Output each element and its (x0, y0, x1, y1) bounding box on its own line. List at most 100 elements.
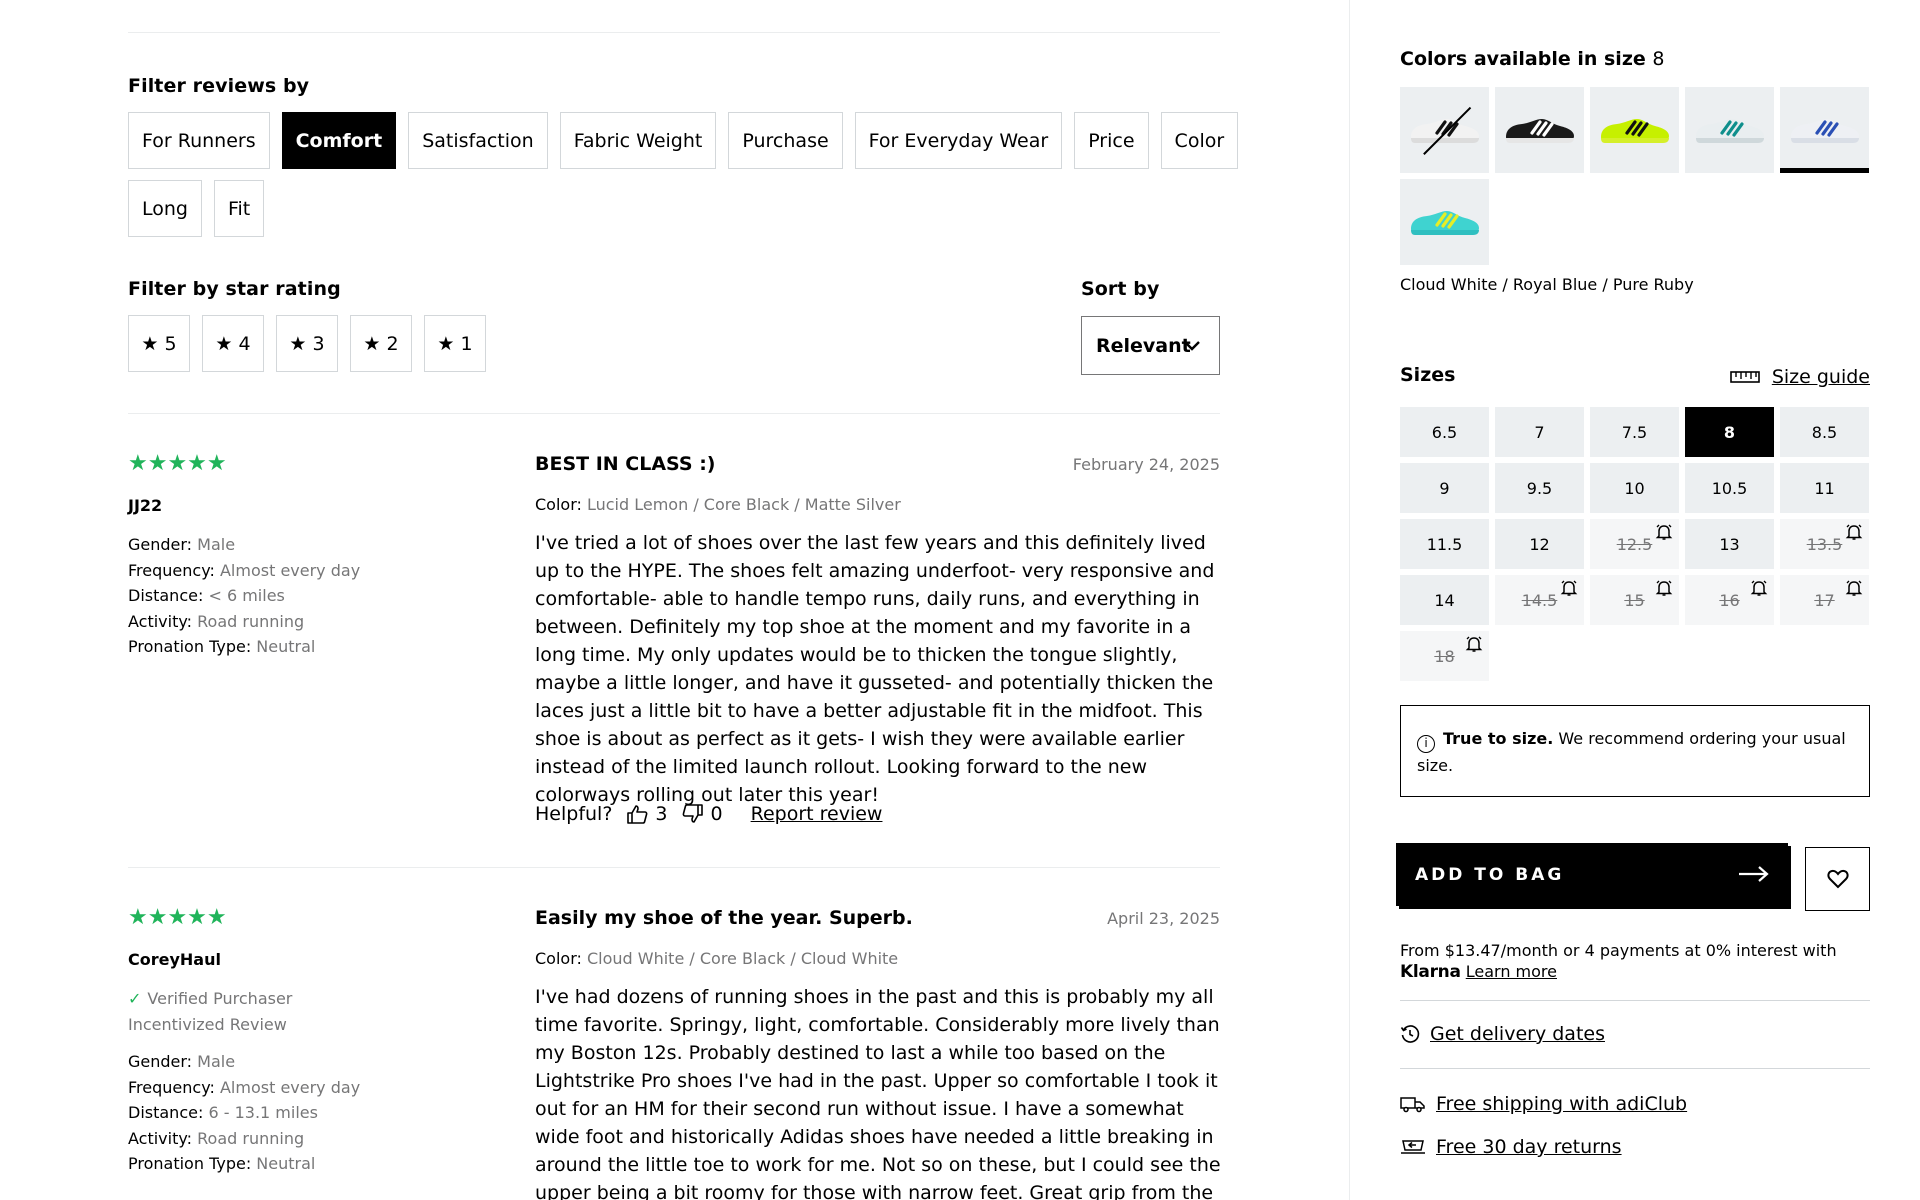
size-option[interactable]: 11.5 (1400, 519, 1489, 569)
size-label: 8 (1723, 422, 1736, 442)
chip-long[interactable]: Long (128, 180, 202, 237)
chip-for-everyday-wear[interactable]: For Everyday Wear (854, 112, 1063, 169)
chip-price[interactable]: Price (1074, 112, 1149, 169)
color-swatch[interactable] (1590, 87, 1679, 173)
size-guide-link[interactable]: Size guide (1730, 366, 1870, 388)
chip-color[interactable]: Color (1160, 112, 1239, 169)
size-option[interactable]: 17 (1780, 575, 1869, 625)
size-option[interactable]: 18 (1400, 631, 1489, 681)
sort-value: Relevant (1096, 334, 1191, 357)
color-swatches (1400, 87, 1872, 265)
helpful-yes-count: 3 (655, 803, 668, 825)
add-to-bag-button[interactable]: ADD TO BAG (1396, 843, 1788, 906)
delivery-dates-link[interactable]: Get delivery dates (1400, 1023, 1605, 1045)
star-filter-1[interactable]: ★ 1 (424, 315, 486, 372)
size-label: 9.5 (1526, 478, 1553, 498)
sort-select[interactable]: Relevant (1081, 316, 1220, 375)
notify-bell-icon[interactable] (1465, 635, 1483, 653)
size-option[interactable]: 13 (1685, 519, 1774, 569)
size-option[interactable]: 11 (1780, 463, 1869, 513)
helpful-row: Helpful? 3 0 Report review (535, 803, 882, 825)
color-swatch[interactable] (1400, 179, 1489, 265)
size-option[interactable]: 10 (1590, 463, 1679, 513)
sizes-title: Sizes (1400, 364, 1456, 386)
size-label: 7 (1534, 422, 1545, 442)
review-title: BEST IN CLASS :) (535, 453, 716, 475)
color-swatch[interactable] (1495, 87, 1584, 173)
topic-chip-row-2: Long Fit (128, 180, 265, 237)
size-option[interactable]: 14 (1400, 575, 1489, 625)
fit-bold: True to size. (1443, 729, 1554, 748)
size-option[interactable]: 14.5 (1495, 575, 1584, 625)
chip-for-runners[interactable]: For Runners (128, 112, 270, 169)
reviewer-attributes: ✓ Verified Purchaser Incentivized Review … (128, 986, 360, 1177)
chip-fit[interactable]: Fit (213, 180, 265, 237)
attr-gender: Gender: Male (128, 1052, 236, 1071)
size-label: 11.5 (1426, 534, 1463, 554)
chip-satisfaction[interactable]: Satisfaction (408, 112, 548, 169)
review-body: I've tried a lot of shoes over the last … (535, 532, 1215, 806)
clock-icon (1400, 1024, 1420, 1044)
filter-reviews-label: Filter reviews by (128, 75, 310, 97)
review-item: ★★★★★ JJ22 Gender: Male Frequency: Almos… (128, 453, 1220, 853)
attr-frequency: Frequency: Almost every day (128, 560, 361, 580)
size-option[interactable]: 13.5 (1780, 519, 1869, 569)
size-option[interactable]: 9 (1400, 463, 1489, 513)
star-filter-4[interactable]: ★ 4 (202, 315, 264, 372)
chip-fabric-weight[interactable]: Fabric Weight (559, 112, 717, 169)
notify-bell-icon[interactable] (1845, 579, 1863, 597)
klarna-learn-more-link[interactable]: Learn more (1466, 962, 1557, 981)
chip-comfort[interactable]: Comfort (281, 112, 397, 169)
column-divider (1349, 0, 1350, 1200)
size-option[interactable]: 16 (1685, 575, 1774, 625)
notify-bell-icon[interactable] (1655, 523, 1673, 541)
helpful-yes-button[interactable]: 3 (626, 803, 668, 825)
topic-chip-row-1: For Runners Comfort Satisfaction Fabric … (128, 112, 1239, 169)
size-option[interactable]: 8 (1685, 407, 1774, 457)
size-label: 9 (1439, 478, 1450, 498)
size-option[interactable]: 7.5 (1590, 407, 1679, 457)
star-chip-row: ★ 5 ★ 4 ★ 3 ★ 2 ★ 1 (128, 315, 486, 372)
klarna-text: From $13.47/month or 4 payments at 0% in… (1400, 941, 1837, 960)
color-swatch[interactable] (1400, 87, 1489, 173)
size-label: 13.5 (1806, 534, 1843, 554)
free-shipping-link[interactable]: Free shipping with adiClub (1400, 1093, 1687, 1115)
star-icon: ★ (289, 332, 307, 355)
size-option[interactable]: 9.5 (1495, 463, 1584, 513)
size-label: 12 (1529, 534, 1550, 554)
notify-bell-icon[interactable] (1655, 579, 1673, 597)
attr-distance: Distance: < 6 miles (128, 586, 285, 605)
color-swatch[interactable] (1685, 87, 1774, 173)
size-option[interactable]: 12.5 (1590, 519, 1679, 569)
size-option[interactable]: 10.5 (1685, 463, 1774, 513)
color-swatch[interactable] (1780, 87, 1869, 173)
shoe-icon (1505, 119, 1574, 143)
shoe-icon (1790, 119, 1859, 143)
sort-by-label: Sort by (1081, 278, 1160, 300)
star-filter-3[interactable]: ★ 3 (276, 315, 338, 372)
star-filter-2[interactable]: ★ 2 (350, 315, 412, 372)
report-review-link[interactable]: Report review (751, 803, 883, 825)
size-label: 17 (1814, 590, 1835, 610)
review-color: Color: Lucid Lemon / Core Black / Matte … (535, 495, 901, 514)
size-option[interactable]: 7 (1495, 407, 1584, 457)
divider (128, 867, 1220, 868)
size-option[interactable]: 15 (1590, 575, 1679, 625)
star-filter-5[interactable]: ★ 5 (128, 315, 190, 372)
size-option[interactable]: 12 (1495, 519, 1584, 569)
check-icon: ✓ (128, 989, 142, 1008)
wishlist-button[interactable] (1805, 847, 1870, 911)
chevron-down-icon (1184, 341, 1200, 351)
notify-bell-icon[interactable] (1750, 579, 1768, 597)
divider (1400, 1000, 1870, 1001)
notify-bell-icon[interactable] (1845, 523, 1863, 541)
size-label: 7.5 (1621, 422, 1648, 442)
thumbs-up-icon (627, 805, 648, 824)
free-returns-link[interactable]: Free 30 day returns (1400, 1136, 1622, 1158)
notify-bell-icon[interactable] (1560, 579, 1578, 597)
chip-purchase[interactable]: Purchase (728, 112, 843, 169)
size-option[interactable]: 6.5 (1400, 407, 1489, 457)
add-to-bag-label: ADD TO BAG (1415, 864, 1565, 885)
size-option[interactable]: 8.5 (1780, 407, 1869, 457)
helpful-no-button[interactable]: 0 (682, 803, 723, 825)
